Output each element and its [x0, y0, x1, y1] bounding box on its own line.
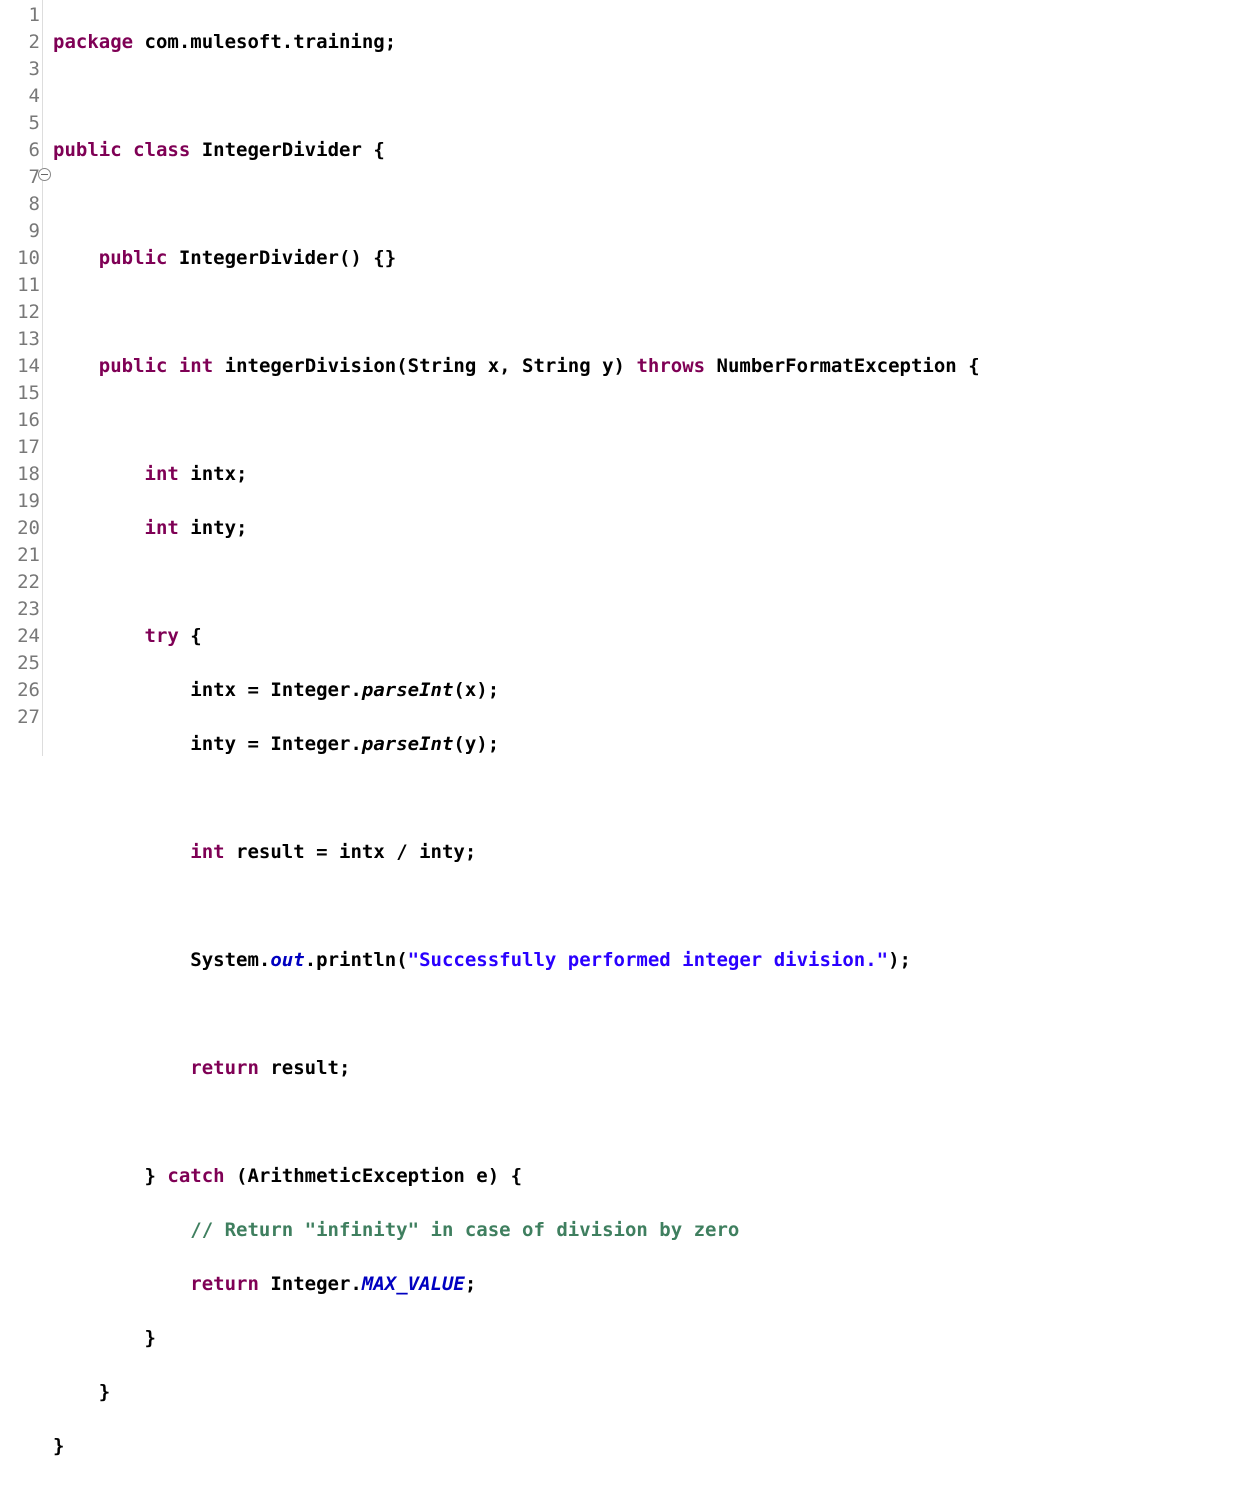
line-number: 5 — [0, 110, 40, 137]
line-number: 3 — [0, 56, 40, 83]
code-text: (x); — [453, 679, 499, 701]
line-number: 27 — [0, 704, 40, 731]
package-name: com.mulesoft.training; — [133, 31, 396, 53]
keyword-return: return — [190, 1273, 259, 1295]
keyword-package: package — [53, 31, 133, 53]
line-number: 10 — [0, 245, 40, 272]
line-number: 16 — [0, 407, 40, 434]
keyword-return: return — [190, 1057, 259, 1079]
line-number: 21 — [0, 542, 40, 569]
line-number: 25 — [0, 650, 40, 677]
code-text: System. — [190, 949, 270, 971]
keyword-public: public — [99, 247, 168, 269]
string-literal: "Successfully performed integer division… — [408, 949, 888, 971]
code-text: .println( — [305, 949, 408, 971]
line-number: 26 — [0, 677, 40, 704]
line-number: 2 — [0, 29, 40, 56]
line-number: 24 — [0, 623, 40, 650]
var-decl: intx; — [179, 463, 248, 485]
line-number: 22 — [0, 569, 40, 596]
line-number: 19 — [0, 488, 40, 515]
line-number: 12 — [0, 299, 40, 326]
static-constant: MAX_VALUE — [362, 1273, 465, 1295]
code-text: (ArithmeticException e) { — [225, 1165, 522, 1187]
line-number: 23 — [0, 596, 40, 623]
code-text: ; — [465, 1273, 476, 1295]
static-method: parseInt — [362, 679, 454, 701]
line-number: 1 — [0, 2, 40, 29]
keyword-int: int — [145, 463, 179, 485]
brace: } — [145, 1327, 156, 1349]
keyword-try: try — [145, 625, 179, 647]
keyword-int: int — [179, 355, 213, 377]
brace: { — [968, 355, 979, 377]
keyword-int: int — [190, 841, 224, 863]
keyword-public: public — [99, 355, 168, 377]
constructor: IntegerDivider() {} — [167, 247, 396, 269]
code-text: inty = Integer. — [190, 733, 362, 755]
line-number-gutter: 1234567891011121314151617181920212223242… — [0, 0, 43, 756]
brace: { — [179, 625, 202, 647]
class-name: IntegerDivider — [190, 139, 373, 161]
method-signature: integerDivision(String x, String y) — [213, 355, 636, 377]
line-number: 15 — [0, 380, 40, 407]
brace: } — [99, 1381, 110, 1403]
line-number: 7 — [0, 164, 40, 191]
line-number: 20 — [0, 515, 40, 542]
keyword-int: int — [145, 517, 179, 539]
line-number: 4 — [0, 83, 40, 110]
static-method: parseInt — [362, 733, 454, 755]
line-number: 11 — [0, 272, 40, 299]
line-number: 14 — [0, 353, 40, 380]
fold-toggle-icon[interactable] — [38, 168, 51, 181]
brace: } — [145, 1165, 168, 1187]
code-text: result; — [259, 1057, 351, 1079]
brace: { — [373, 139, 384, 161]
exception-type: NumberFormatException — [705, 355, 968, 377]
code-editor: 1234567891011121314151617181920212223242… — [0, 0, 1244, 756]
line-number: 13 — [0, 326, 40, 353]
line-number: 17 — [0, 434, 40, 461]
line-number: 9 — [0, 218, 40, 245]
code-text: ); — [888, 949, 911, 971]
keyword-public: public — [53, 139, 122, 161]
line-number: 8 — [0, 191, 40, 218]
keyword-throws: throws — [636, 355, 705, 377]
keyword-class: class — [133, 139, 190, 161]
static-field: out — [270, 949, 304, 971]
brace: } — [53, 1435, 64, 1457]
comment: // Return "infinity" in case of division… — [190, 1219, 739, 1241]
code-area[interactable]: package com.mulesoft.training; public cl… — [43, 0, 1244, 756]
code-text: Integer. — [259, 1273, 362, 1295]
code-text: intx = Integer. — [190, 679, 362, 701]
line-number: 18 — [0, 461, 40, 488]
code-text: result = intx / inty; — [225, 841, 477, 863]
keyword-catch: catch — [167, 1165, 224, 1187]
code-text: (y); — [453, 733, 499, 755]
line-number: 6 — [0, 137, 40, 164]
var-decl: inty; — [179, 517, 248, 539]
